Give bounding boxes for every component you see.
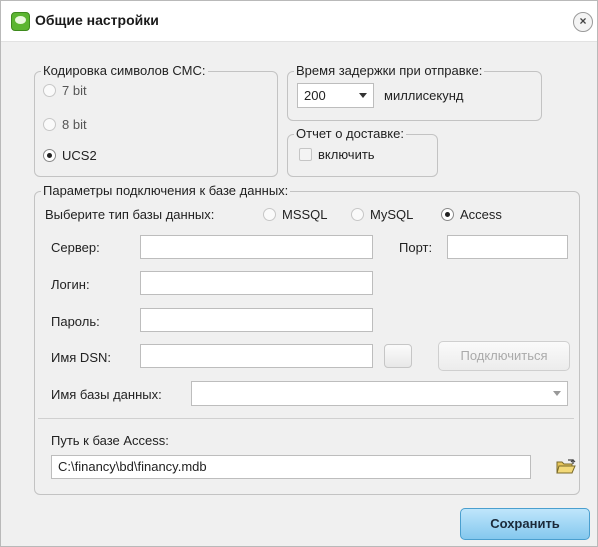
delivery-legend: Отчет о доставке: — [294, 126, 406, 141]
delivery-checkbox[interactable]: включить — [299, 147, 375, 162]
radio-mysql-label: MySQL — [370, 207, 414, 222]
dbname-select[interactable] — [191, 381, 568, 406]
window-title: Общие настройки — [35, 12, 159, 28]
radio-8bit[interactable]: 8 bit — [43, 117, 87, 132]
radio-ucs2[interactable]: UCS2 — [43, 148, 97, 163]
radio-access-label: Access — [460, 207, 502, 222]
encoding-legend: Кодировка символов СМС: — [41, 63, 208, 78]
delay-select-value: 200 — [304, 88, 326, 103]
chevron-down-icon[interactable] — [553, 391, 561, 396]
delivery-checkbox-box[interactable] — [299, 148, 312, 161]
radio-ucs2-label: UCS2 — [62, 148, 97, 163]
delay-legend: Время задержки при отправке: — [294, 63, 485, 78]
delay-unit: миллисекунд — [384, 88, 464, 103]
port-input[interactable] — [447, 235, 568, 259]
delivery-checkbox-label: включить — [318, 147, 375, 162]
chevron-down-icon[interactable] — [359, 93, 367, 98]
radio-mysql-indicator[interactable] — [351, 208, 364, 221]
title-bar: Общие настройки × — [1, 1, 597, 42]
login-input[interactable] — [140, 271, 373, 295]
close-icon[interactable]: × — [573, 12, 593, 32]
connect-button[interactable]: Подключиться — [438, 341, 570, 371]
save-button[interactable]: Сохранить — [460, 508, 590, 540]
folder-open-icon[interactable] — [556, 459, 576, 475]
db-legend: Параметры подключения к базе данных: — [41, 183, 291, 198]
dsn-input[interactable] — [140, 344, 373, 368]
radio-7bit-label: 7 bit — [62, 83, 87, 98]
password-input[interactable] — [140, 308, 373, 332]
radio-7bit[interactable]: 7 bit — [43, 83, 87, 98]
radio-7bit-indicator[interactable] — [43, 84, 56, 97]
password-label: Пароль: — [51, 314, 100, 329]
radio-mssql-label: MSSQL — [282, 207, 328, 222]
server-label: Сервер: — [51, 240, 100, 255]
radio-ucs2-indicator[interactable] — [43, 149, 56, 162]
access-path-input[interactable]: C:\financy\bd\financy.mdb — [51, 455, 531, 479]
dsn-browse-button[interactable] — [384, 344, 412, 368]
db-divider — [38, 418, 574, 419]
radio-mssql-indicator[interactable] — [263, 208, 276, 221]
access-path-label: Путь к базе Access: — [51, 433, 169, 448]
dbname-label: Имя базы данных: — [51, 387, 162, 402]
radio-access-indicator[interactable] — [441, 208, 454, 221]
db-type-label: Выберите тип базы данных: — [45, 207, 215, 222]
settings-dialog: Общие настройки × Кодировка символов СМС… — [0, 0, 598, 547]
server-input[interactable] — [140, 235, 373, 259]
radio-8bit-indicator[interactable] — [43, 118, 56, 131]
dsn-label: Имя DSN: — [51, 350, 111, 365]
delay-select[interactable]: 200 — [297, 83, 374, 108]
login-label: Логин: — [51, 277, 90, 292]
app-icon — [11, 12, 30, 31]
radio-8bit-label: 8 bit — [62, 117, 87, 132]
port-label: Порт: — [399, 240, 433, 255]
radio-access[interactable]: Access — [441, 207, 502, 222]
radio-mssql[interactable]: MSSQL — [263, 207, 328, 222]
radio-mysql[interactable]: MySQL — [351, 207, 413, 222]
